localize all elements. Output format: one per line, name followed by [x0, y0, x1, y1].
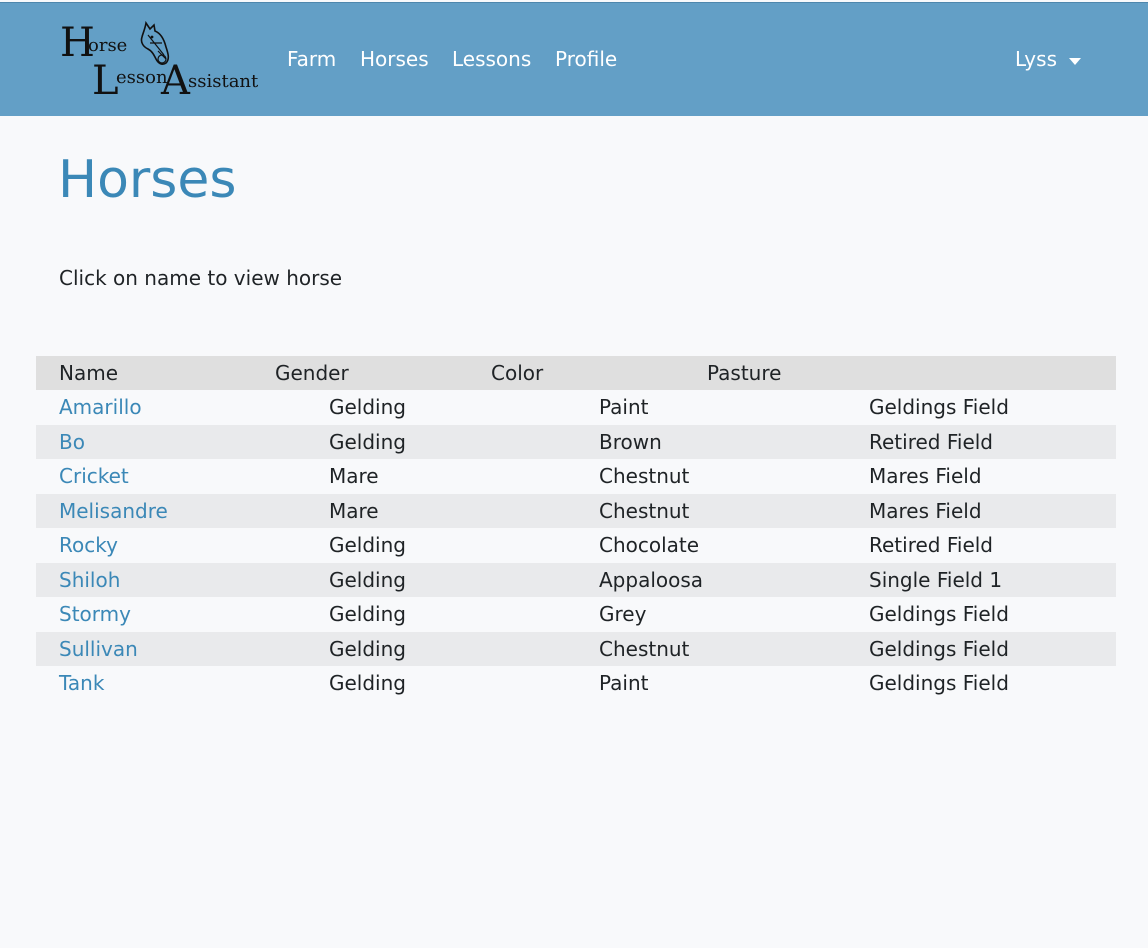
horse-name-link[interactable]: Shiloh	[59, 568, 120, 592]
horse-head-icon	[140, 21, 170, 66]
nav-horses-link[interactable]: Horses	[360, 47, 429, 71]
horse-color: Brown	[599, 429, 662, 454]
column-header-color: Color	[491, 361, 544, 385]
horse-color: Chestnut	[599, 498, 690, 523]
table-row: Rocky Gelding Chocolate Retired Field	[36, 528, 1116, 563]
nav-lessons-link[interactable]: Lessons	[452, 47, 531, 71]
table-row: Stormy Gelding Grey Geldings Field	[36, 597, 1116, 632]
horse-gender: Gelding	[329, 671, 406, 695]
horse-pasture: Geldings Field	[869, 636, 1009, 661]
table-row: Amarillo Gelding Paint Geldings Field	[36, 390, 1116, 425]
horse-pasture: Retired Field	[869, 533, 994, 557]
logo-text-esson: esson	[116, 67, 168, 88]
logo-text-ssistant: ssistant	[188, 71, 259, 92]
top-navbar: H orse L esson A ssistant Farm Horses Le…	[0, 2, 1148, 116]
horse-pasture: Mares Field	[869, 464, 982, 488]
horse-gender: Mare	[329, 498, 379, 523]
horse-color: Grey	[599, 602, 647, 626]
horse-name-link[interactable]: Cricket	[59, 464, 129, 488]
horse-color: Appaloosa	[599, 567, 704, 592]
horse-pasture: Geldings Field	[869, 602, 1009, 626]
horse-color: Chestnut	[599, 464, 690, 488]
horse-name-link[interactable]: Melisandre	[59, 499, 168, 523]
column-header-gender: Gender	[275, 361, 349, 385]
horse-name-link[interactable]: Sullivan	[59, 637, 138, 661]
horse-color: Chestnut	[599, 636, 690, 661]
logo-letter-l: L	[92, 58, 119, 104]
horse-pasture: Single Field 1	[869, 567, 1003, 592]
horse-name-link[interactable]: Bo	[59, 430, 85, 454]
column-header-name: Name	[59, 361, 119, 385]
nav-farm-link[interactable]: Farm	[287, 47, 336, 71]
horse-name-link[interactable]: Tank	[59, 671, 104, 695]
caret-down-icon[interactable]	[1069, 58, 1081, 65]
horse-gender: Gelding	[329, 636, 406, 661]
horse-pasture: Mares Field	[869, 498, 982, 523]
user-menu-toggle[interactable]: Lyss	[1015, 47, 1057, 71]
horse-gender: Mare	[329, 464, 379, 488]
horse-gender: Gelding	[329, 395, 406, 419]
table-row: Bo Gelding Brown Retired Field	[36, 424, 1116, 459]
horse-name-link[interactable]: Amarillo	[59, 395, 142, 419]
page-hint: Click on name to view horse	[59, 266, 343, 290]
page-title: Horses	[58, 150, 237, 210]
table-header-row: Name Gender Color Pasture	[36, 356, 1116, 390]
horse-pasture: Retired Field	[869, 429, 994, 454]
horse-pasture: Geldings Field	[869, 395, 1009, 419]
horse-gender: Gelding	[329, 429, 406, 454]
nav-profile-link[interactable]: Profile	[555, 47, 617, 71]
horses-table: Name Gender Color Pasture Amarillo Geldi…	[36, 356, 1116, 701]
horse-color: Paint	[599, 671, 649, 695]
horse-name-link[interactable]: Rocky	[59, 533, 118, 557]
horse-gender: Gelding	[329, 602, 406, 626]
horse-pasture: Geldings Field	[869, 671, 1009, 695]
horse-gender: Gelding	[329, 533, 406, 557]
logo-text-orse: orse	[88, 35, 128, 56]
column-header-pasture: Pasture	[707, 361, 782, 385]
horse-color: Paint	[599, 395, 649, 419]
table-row: Cricket Mare Chestnut Mares Field	[36, 459, 1116, 494]
table-row: Sullivan Gelding Chestnut Geldings Field	[36, 631, 1116, 666]
table-row: Tank Gelding Paint Geldings Field	[36, 666, 1116, 701]
horse-gender: Gelding	[329, 567, 406, 592]
horse-name-link[interactable]: Stormy	[59, 602, 131, 626]
table-row: Shiloh Gelding Appaloosa Single Field 1	[36, 562, 1116, 597]
horse-color: Chocolate	[599, 533, 700, 557]
brand-logo[interactable]: H orse L esson A ssistant	[58, 21, 258, 104]
table-row: Melisandre Mare Chestnut Mares Field	[36, 493, 1116, 528]
